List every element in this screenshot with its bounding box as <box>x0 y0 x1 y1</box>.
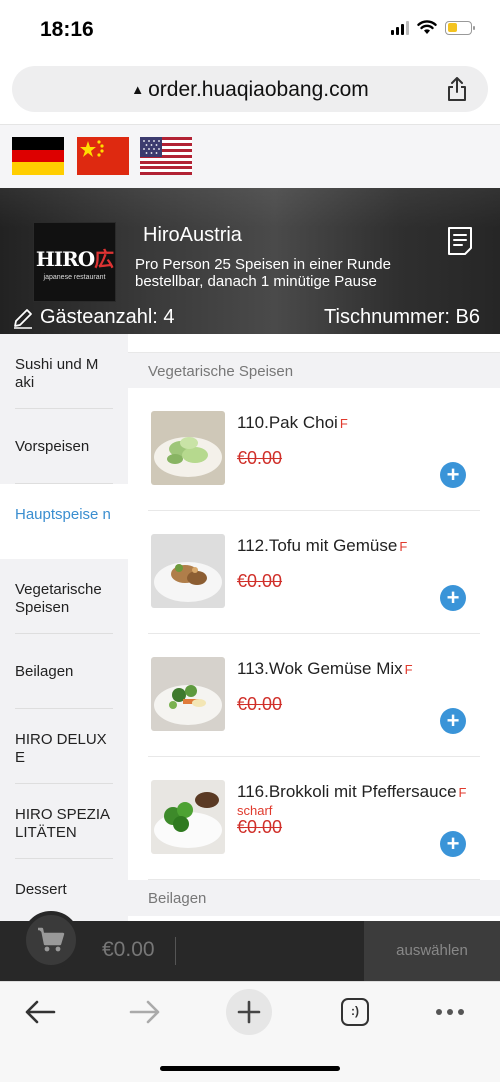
item-name: 112.Tofu mit Gemüse <box>237 536 398 555</box>
item-marker: F <box>399 539 408 554</box>
section-header-next: Beilagen <box>128 880 500 916</box>
item-marker: F <box>404 662 413 677</box>
item-price: €0.00 <box>237 817 283 837</box>
restaurant-description: Pro Person 25 Speisen in einer Runde bes… <box>135 256 391 290</box>
item-price: €0.00 <box>237 571 283 591</box>
menu-item[interactable]: 110.Pak Choi F €0.00 + <box>128 388 500 511</box>
cart-button[interactable] <box>22 911 80 969</box>
cart-total: €0.00 <box>102 938 155 961</box>
forward-button[interactable] <box>127 994 163 1030</box>
pencil-icon <box>14 308 32 329</box>
restaurant-header: HIRO広 japanese restaurant HiroAustria Pr… <box>0 188 500 334</box>
category-dessert[interactable]: Dessert <box>0 859 128 921</box>
german-flag-icon[interactable] <box>12 137 64 175</box>
restaurant-logo: HIRO広 japanese restaurant <box>33 222 116 302</box>
new-tab-button[interactable] <box>226 989 272 1035</box>
item-marker: F <box>458 785 467 800</box>
cellular-signal-icon <box>391 20 409 35</box>
share-icon[interactable] <box>446 77 468 101</box>
cart-icon <box>38 927 65 952</box>
menu-list: Vegetarische Speisen 110.Pak Choi F €0.00… <box>128 334 500 921</box>
tabs-icon: :) <box>341 998 369 1026</box>
category-vegetarische-speisen[interactable]: Vegetarische Speisen <box>0 559 128 634</box>
menu-item[interactable]: 112.Tofu mit Gemüse F €0.00 + <box>128 511 500 634</box>
dish-photo <box>151 534 225 608</box>
item-name: 113.Wok Gemüse Mix <box>237 659 403 678</box>
browser-toolbar: :) <box>0 981 500 1082</box>
category-sidebar: Sushi und M aki Vorspeisen Hauptspeise n… <box>0 334 128 921</box>
more-icon <box>436 1009 464 1015</box>
menu-item[interactable]: 113.Wok Gemüse Mix F €0.00 + <box>128 634 500 757</box>
item-price: €0.00 <box>237 694 283 714</box>
item-marker: F <box>339 416 348 431</box>
chinese-flag-icon[interactable] <box>77 137 129 175</box>
us-flag-icon[interactable] <box>140 137 192 175</box>
category-beilagen[interactable]: Beilagen <box>0 634 128 709</box>
tabs-button[interactable]: :) <box>338 994 372 1030</box>
item-name: 116.Brokkoli mit Pfeffersauce <box>237 782 457 801</box>
table-number: Tischnummer: B6 <box>324 306 480 328</box>
dish-photo <box>151 780 225 854</box>
add-item-button[interactable]: + <box>440 831 466 857</box>
cart-bar: €0.00 auswählen <box>0 911 500 981</box>
dish-photo <box>151 657 225 731</box>
restaurant-name: HiroAustria <box>143 224 242 246</box>
category-vorspeisen[interactable]: Vorspeisen <box>0 409 128 484</box>
category-hiro-spezialitaeten[interactable]: HIRO SPEZIA LITÄTEN <box>0 784 128 859</box>
add-item-button[interactable]: + <box>440 462 466 488</box>
guest-count[interactable]: Gästeanzahl: 4 <box>12 306 175 329</box>
select-button[interactable]: auswählen <box>364 921 500 981</box>
home-indicator <box>160 1066 340 1071</box>
language-selector <box>0 124 500 188</box>
battery-icon <box>445 20 475 35</box>
dish-photo <box>151 411 225 485</box>
status-bar: 18:16 <box>0 0 500 62</box>
category-sushi[interactable]: Sushi und M aki <box>0 334 128 409</box>
lock-icon: ▲ <box>131 82 145 97</box>
item-price: €0.00 <box>237 448 283 468</box>
more-button[interactable] <box>432 994 468 1030</box>
add-item-button[interactable]: + <box>440 708 466 734</box>
url-text: order.huaqiaobang.com <box>148 78 369 101</box>
status-time: 18:16 <box>40 18 94 41</box>
forward-arrow-icon <box>129 1000 160 1024</box>
category-hauptspeisen[interactable]: Hauptspeise n <box>0 484 128 559</box>
menu-item[interactable]: 116.Brokkoli mit Pfeffersauce F scharf €0… <box>128 757 500 880</box>
category-hiro-deluxe[interactable]: HIRO DELUX E <box>0 709 128 784</box>
new-tab-icon <box>237 1000 261 1024</box>
back-arrow-icon <box>25 1000 56 1024</box>
address-bar[interactable]: ▲ order.huaqiaobang.com <box>12 66 488 112</box>
wifi-icon <box>417 20 437 34</box>
section-header: Vegetarische Speisen <box>128 352 500 388</box>
add-item-button[interactable]: + <box>440 585 466 611</box>
back-button[interactable] <box>22 994 58 1030</box>
spicy-tag: scharf <box>237 803 273 818</box>
address-bar-area: ▲ order.huaqiaobang.com <box>0 62 500 122</box>
item-name: 110.Pak Choi <box>237 413 338 432</box>
document-icon[interactable] <box>447 226 473 256</box>
